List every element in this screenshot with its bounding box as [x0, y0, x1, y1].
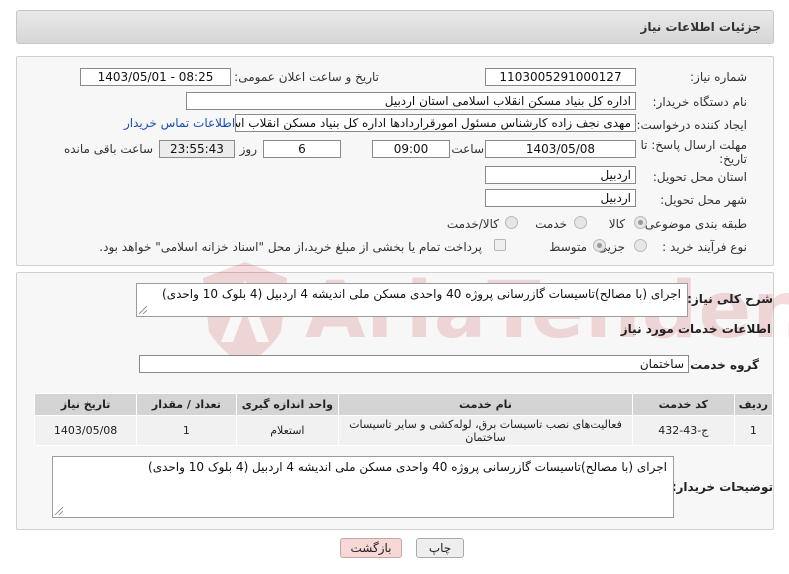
col-quantity: تعداد / مقدار: [136, 393, 237, 416]
col-row-number: ردیف: [733, 393, 774, 416]
announce-datetime-field: 1403/05/01 - 08:25: [80, 68, 231, 86]
need-number-label: شماره نیاز:: [690, 70, 747, 84]
back-button[interactable]: بازگشت: [340, 538, 402, 558]
remaining-time-label: ساعت باقی مانده: [63, 142, 153, 156]
deadline-time-field: 09:00: [372, 140, 450, 158]
table-header-row: تاریخ نیاز تعداد / مقدار واحد اندازه گیر…: [33, 393, 774, 416]
remaining-time-field: 23:55:43: [159, 140, 235, 158]
cell-service-code: ج-43-432: [631, 415, 735, 446]
buyer-contact-link[interactable]: اطلاعات تماس خریدار: [124, 116, 235, 130]
col-service-name: نام خدمت: [338, 393, 633, 416]
col-service-code: کد خدمت: [631, 393, 735, 416]
page-title: جزئیات اطلاعات نیاز: [640, 20, 761, 34]
col-unit: واحد اندازه گیری: [235, 393, 340, 416]
province-label: استان محل تحویل:: [652, 170, 747, 184]
city-label: شهر محل تحویل:: [660, 193, 747, 207]
service-group-field: ساختمان: [139, 355, 689, 373]
table-row: 1403/05/08 1 استعلام فعالیت‌های نصب تاسی…: [33, 415, 774, 446]
requester-field: مهدی نجف زاده کارشناس مسئول امورقرارداده…: [235, 114, 636, 132]
city-field: اردبیل: [485, 189, 636, 207]
buyer-org-label: نام دستگاه خریدار:: [652, 95, 748, 109]
service-group-label: گروه خدمت:: [685, 358, 759, 372]
buyer-notes-text: اجرای (با مصالح)تاسیسات گازرسانی پروژه 4…: [148, 460, 667, 474]
services-section-title: اطلاعات خدمات مورد نیاز: [620, 322, 771, 336]
summary-text: اجرای (با مصالح)تاسیسات گازرسانی پروژه 4…: [162, 287, 681, 301]
category-label: طبقه بندی موضوعی:: [640, 217, 747, 231]
need-number-field: 1103005291000127: [485, 68, 636, 86]
days-remaining-field: 6: [263, 140, 341, 158]
services-table: تاریخ نیاز تعداد / مقدار واحد اندازه گیر…: [33, 393, 774, 446]
process-radio-medium[interactable]: [593, 239, 606, 252]
print-button[interactable]: چاپ: [416, 538, 464, 558]
process-option-medium: متوسط: [549, 240, 587, 254]
buyer-notes-label: توضیحات خریدار:: [671, 480, 773, 494]
category-option-goods-service: کالا/خدمت: [446, 217, 499, 231]
treasury-payment-checkbox[interactable]: [494, 239, 506, 251]
need-info-panel: [16, 56, 774, 266]
resize-handle[interactable]: [55, 507, 63, 515]
process-radio-minor[interactable]: [634, 239, 647, 252]
category-radio-service[interactable]: [574, 216, 587, 229]
cell-quantity: 1: [136, 415, 237, 446]
process-type-label: نوع فرآیند خرید :: [662, 240, 747, 254]
col-need-date: تاریخ نیاز: [33, 393, 138, 416]
header-bar: جزئیات اطلاعات نیاز: [16, 10, 774, 44]
treasury-payment-note: پرداخت تمام یا بخشی از مبلغ خرید،از محل …: [99, 240, 482, 254]
announce-datetime-label: تاریخ و ساعت اعلان عمومی:: [234, 70, 379, 84]
resize-handle[interactable]: [139, 306, 147, 314]
deadline-date-field: 1403/05/08: [485, 140, 636, 158]
requester-label: ایجاد کننده درخواست:: [636, 118, 747, 132]
deadline-label: مهلت ارسال پاسخ: تا: [640, 138, 747, 152]
province-field: اردبیل: [485, 166, 636, 184]
cell-service-name: فعالیت‌های نصب تاسیسات برق، لوله‌کشی و س…: [338, 415, 633, 446]
buyer-org-field: اداره کل بنیاد مسکن انقلاب اسلامی استان …: [186, 92, 636, 110]
cell-unit: استعلام: [235, 415, 340, 446]
buyer-notes-textarea: اجرای (با مصالح)تاسیسات گازرسانی پروژه 4…: [52, 456, 674, 518]
deadline-label-date: تاریخ:: [719, 152, 747, 166]
category-radio-goods-service[interactable]: [505, 216, 518, 229]
summary-textarea: اجرای (با مصالح)تاسیسات گازرسانی پروژه 4…: [136, 283, 688, 317]
cell-need-date: 1403/05/08: [33, 415, 138, 446]
cell-row-number: 1: [733, 415, 774, 446]
summary-label: شرح کلی نیاز:: [687, 292, 773, 306]
deadline-time-label: ساعت: [451, 142, 484, 156]
category-radio-goods[interactable]: [634, 216, 647, 229]
category-option-service: خدمت: [535, 217, 567, 231]
category-option-goods: کالا: [608, 217, 625, 231]
